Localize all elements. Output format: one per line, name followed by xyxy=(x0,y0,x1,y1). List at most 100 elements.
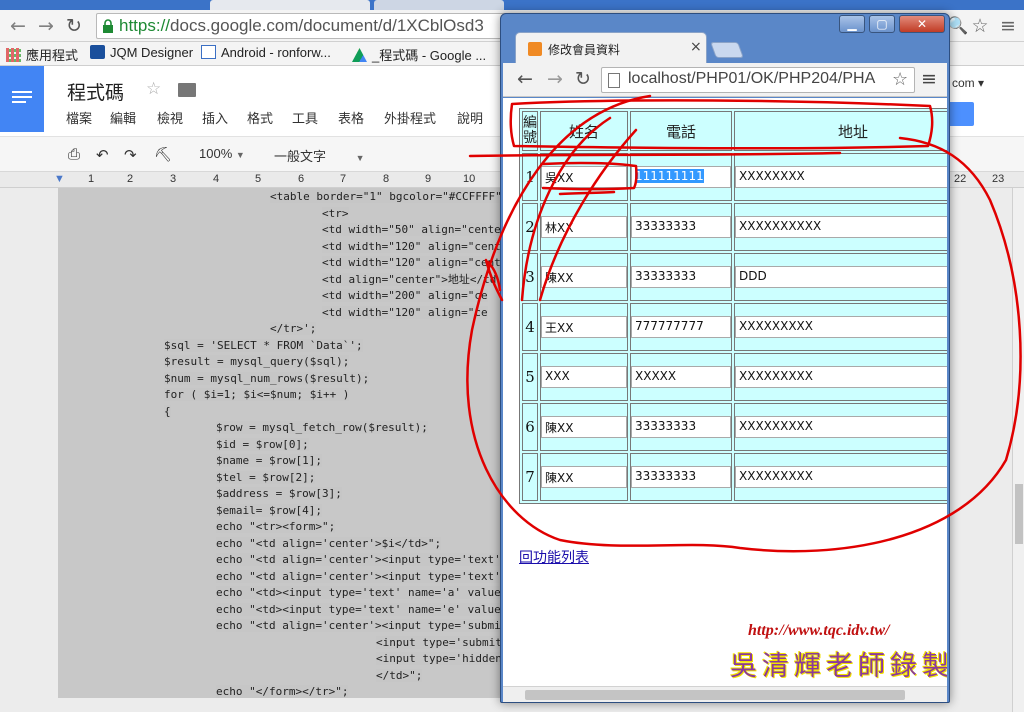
minimize-button[interactable]: ▁ xyxy=(839,15,865,33)
code-line[interactable]: <input type='hidden xyxy=(376,651,502,668)
code-line[interactable]: <td align="center">地址</td xyxy=(322,272,497,289)
menu-edit[interactable]: 編輯 xyxy=(110,108,136,127)
bookmark-google-docs[interactable]: _程式碼 - Google ... xyxy=(352,45,486,64)
code-line[interactable]: </tr>'; xyxy=(270,321,317,338)
code-line[interactable]: $email= $row[4]; xyxy=(216,503,322,520)
address-input[interactable]: XXXXXXXXX xyxy=(735,466,947,488)
print-icon[interactable]: ⎙ xyxy=(68,146,80,163)
code-line[interactable]: <td width="120" align="ce xyxy=(322,305,488,322)
menu-file[interactable]: 檔案 xyxy=(66,108,92,127)
back-to-menu-link[interactable]: 回功能列表 xyxy=(519,547,589,567)
code-line[interactable]: </td>"; xyxy=(376,668,423,685)
star-icon[interactable]: ☆ xyxy=(146,79,161,99)
code-line[interactable]: <input type='submit xyxy=(376,635,502,652)
menu-tools[interactable]: 工具 xyxy=(292,108,318,127)
code-line[interactable]: { xyxy=(164,404,171,421)
reload-icon[interactable]: ↻ xyxy=(571,67,595,91)
bookmark-star-icon[interactable]: ☆ xyxy=(968,14,992,38)
address-input[interactable]: XXXXXXXXXX xyxy=(735,216,947,238)
tel-input[interactable]: 33333333 xyxy=(631,216,731,238)
code-line[interactable]: echo "<td align='center'><input type='su… xyxy=(216,618,501,635)
code-line[interactable]: <tr> xyxy=(322,206,349,223)
name-input[interactable]: 王XX xyxy=(541,316,627,338)
address-input[interactable]: DDD xyxy=(735,266,947,288)
tab-other[interactable] xyxy=(374,0,504,10)
code-line[interactable]: echo "<tr><form>"; xyxy=(216,519,336,536)
tel-input[interactable]: 777777777 xyxy=(631,316,731,338)
close-window-button[interactable]: ✕ xyxy=(899,15,945,33)
zoom-select[interactable]: 100% ▼ xyxy=(199,146,245,161)
undo-icon[interactable]: ↶ xyxy=(96,146,109,164)
tab-docs[interactable] xyxy=(210,0,370,10)
address-bar[interactable]: https://docs.google.com/document/d/1XCbl… xyxy=(96,13,516,39)
doc-title[interactable]: 程式碼 xyxy=(67,78,124,105)
code-line[interactable]: <td width="120" align="cent xyxy=(322,255,501,272)
code-line[interactable]: $tel = $row[2]; xyxy=(216,470,316,487)
code-line[interactable]: $name = $row[1]; xyxy=(216,453,322,470)
menu-icon[interactable]: ≡ xyxy=(996,14,1020,38)
tel-input[interactable]: 33333333 xyxy=(631,466,731,488)
bookmark-jqm[interactable]: JQM Designer xyxy=(90,45,193,60)
code-line[interactable]: $address = $row[3]; xyxy=(216,486,342,503)
forward-arrow-icon[interactable]: → xyxy=(543,67,567,91)
code-line[interactable]: $result = mysql_query($sql); xyxy=(164,354,350,371)
name-input[interactable]: 陳XX xyxy=(541,266,627,288)
code-line[interactable]: echo "<td><input type='text' name='a' va… xyxy=(216,585,501,602)
menu-help[interactable]: 說明 xyxy=(457,108,483,127)
menu-table[interactable]: 表格 xyxy=(338,108,364,127)
scrollbar-thumb[interactable] xyxy=(1015,484,1023,544)
code-line[interactable]: echo "</form></tr>"; xyxy=(216,684,349,701)
code-line[interactable]: echo "<td align='center'><input type='te… xyxy=(216,552,501,569)
code-line[interactable]: echo "<td align='center'>$i</td>"; xyxy=(216,536,442,553)
account-text[interactable]: com ▾ xyxy=(952,76,984,90)
menu-insert[interactable]: 插入 xyxy=(202,108,228,127)
bookmark-apps[interactable]: 應用程式 xyxy=(6,45,78,64)
tel-input[interactable]: 33333333 xyxy=(631,266,731,288)
folder-icon[interactable] xyxy=(178,83,196,97)
code-line[interactable]: $row = mysql_fetch_row($result); xyxy=(216,420,428,437)
back-arrow-icon[interactable]: ← xyxy=(6,14,30,38)
maximize-button[interactable]: ▢ xyxy=(869,15,895,33)
share-button[interactable] xyxy=(946,102,974,126)
code-line[interactable]: <table border="1" bgcolor="#CCFFFF" xyxy=(270,189,502,206)
code-line[interactable]: $num = mysql_num_rows($result); xyxy=(164,371,370,388)
bookmark-android[interactable]: Android - ronforw... xyxy=(201,45,331,60)
code-line[interactable]: <td width="200" align="ce xyxy=(322,288,488,305)
popup-address-bar[interactable]: localhost/PHP01/OK/PHP204/PHA ☆ xyxy=(601,67,915,93)
name-input[interactable]: 林XX xyxy=(541,216,627,238)
menu-view[interactable]: 檢視 xyxy=(157,108,183,127)
forward-arrow-icon[interactable]: → xyxy=(34,14,58,38)
menu-addons[interactable]: 外掛程式 xyxy=(384,108,436,127)
menu-icon[interactable]: ≡ xyxy=(917,67,941,91)
address-input[interactable]: XXXXXXXX xyxy=(735,166,947,188)
reload-icon[interactable]: ↻ xyxy=(62,14,86,38)
style-select[interactable]: 一般文字 ▼ xyxy=(274,146,365,165)
name-input[interactable]: 陳XX xyxy=(541,466,627,488)
close-tab-icon[interactable]: × xyxy=(690,39,702,55)
tel-input[interactable]: XXXXX xyxy=(631,366,731,388)
back-arrow-icon[interactable]: ← xyxy=(513,67,537,91)
vertical-scrollbar[interactable] xyxy=(1012,188,1024,712)
code-line[interactable]: echo "<td align='center'><input type='te… xyxy=(216,569,501,586)
docs-logo[interactable] xyxy=(0,66,44,132)
bookmark-star-icon[interactable]: ☆ xyxy=(892,69,908,90)
address-input[interactable]: XXXXXXXXX xyxy=(735,416,947,438)
indent-marker-icon[interactable]: ▼ xyxy=(54,173,65,185)
menu-format[interactable]: 格式 xyxy=(247,108,273,127)
name-input[interactable]: 陳XX xyxy=(541,416,627,438)
active-tab[interactable]: 修改會員資料 × xyxy=(515,32,707,64)
scrollbar-thumb[interactable] xyxy=(525,690,905,700)
code-line[interactable]: <td width="50" align="cente xyxy=(322,222,501,239)
name-input[interactable]: 吳XX xyxy=(541,166,627,188)
code-line[interactable]: echo "<td><input type='text' name='e' va… xyxy=(216,602,501,619)
new-tab-button[interactable] xyxy=(710,42,744,58)
code-line[interactable]: <td width="120" align="cent xyxy=(322,239,501,256)
tel-input[interactable]: 111111111 xyxy=(631,166,731,188)
horizontal-scrollbar[interactable] xyxy=(503,686,947,702)
code-line[interactable]: $id = $row[0]; xyxy=(216,437,309,454)
code-line[interactable]: for ( $i=1; $i<=$num; $i++ ) xyxy=(164,387,350,404)
redo-icon[interactable]: ↷ xyxy=(124,146,137,164)
name-input[interactable]: XXX xyxy=(541,366,627,388)
tel-input[interactable]: 33333333 xyxy=(631,416,731,438)
address-input[interactable]: XXXXXXXXX xyxy=(735,316,947,338)
